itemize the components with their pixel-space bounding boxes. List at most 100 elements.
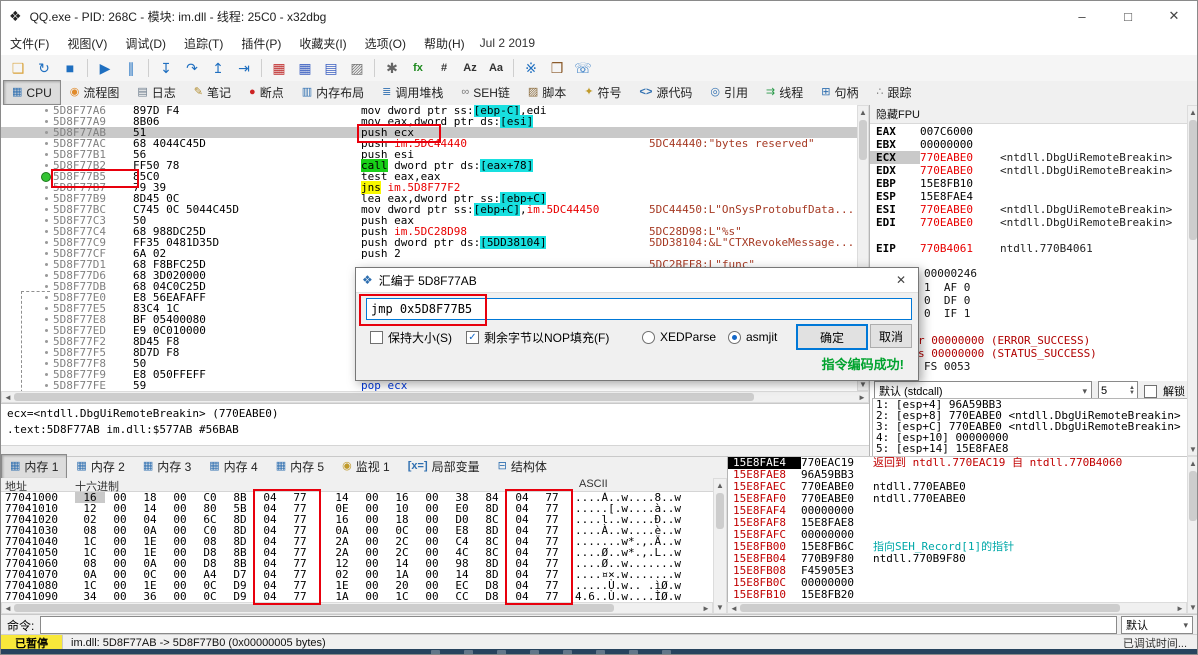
disasm-row[interactable]: 5D8F77CF 6A 02 push 2 <box>1 248 857 259</box>
stack-row[interactable]: 15E8FB08 F45905E3 <box>728 565 1188 577</box>
disasm-row[interactable]: 5D8F77A9 8B06 mov eax,dword ptr ds:[esi] <box>1 115 857 128</box>
bottom-tab-局部变量[interactable]: [x=] 局部变量 <box>399 454 489 479</box>
asmjit-option[interactable]: asmjit <box>728 326 777 348</box>
hide-fpu-toggle[interactable]: 隐藏FPU <box>870 105 1197 124</box>
menu-item-帮助(H)[interactable]: 帮助(H) <box>415 32 474 55</box>
dump-row[interactable]: 77041090 34 00 36 00 0C D9 04 77 1A 00 1C 00 CC D8 04 77… <box>1 591 713 602</box>
menu-item-文件(F)[interactable]: 文件(F) <box>1 32 58 55</box>
tab-内存布局[interactable]: ▥ 内存布局 <box>293 80 373 105</box>
scroll-left-icon[interactable]: ◄ <box>728 603 740 613</box>
xedparse-option[interactable]: XEDParse <box>642 326 716 348</box>
register-row[interactable]: ECX 770EABE0 <ntdll.DbgUiRemoteBreakin> <box>870 151 1188 164</box>
memory-dump-pane[interactable]: 地址 十六进制 ASCII 77041000 16 00 18 00 C0 8B 04 77 14… <box>1 478 713 602</box>
scroll-thumb[interactable] <box>859 120 867 160</box>
dump-byte[interactable]: 77 <box>537 591 567 602</box>
disasm-row[interactable]: 5D8F77AC 68 4044C45D push im.5DC44440 5DC44… <box>1 138 857 149</box>
unlock-checkbox[interactable] <box>1144 384 1157 398</box>
call-arguments-list[interactable]: 1: [esp+4] 96A59BB3 2: [esp+8] 770EABE0 <… <box>872 398 1188 456</box>
register-row[interactable]: EBX 00000000 <box>870 138 1188 151</box>
tab-调用堆栈[interactable]: ≣ 调用堆栈 <box>373 80 452 105</box>
stack-row[interactable]: 15E8FAE4 770EAC19 返回到 ntdll.770EAC19 自 ntd… <box>728 457 1188 469</box>
stack-row[interactable]: 15E8FAFC 00000000 <box>728 529 1188 541</box>
scroll-right-icon[interactable]: ► <box>1174 603 1186 613</box>
call-stack-icon[interactable]: ▤ <box>318 56 344 80</box>
dump-byte[interactable]: 00 <box>417 591 447 602</box>
bottom-tab-内存 2[interactable]: ▦ 内存 2 <box>67 454 133 479</box>
register-row[interactable]: EAX 007C6000 <box>870 125 1188 138</box>
scroll-up-icon[interactable]: ▲ <box>1188 457 1197 469</box>
ok-button[interactable]: 确定 <box>796 324 868 350</box>
dump-byte[interactable]: 34 <box>75 591 105 602</box>
tab-CPU[interactable]: ▦ CPU <box>3 80 61 105</box>
open-file-icon[interactable]: ❑ <box>5 56 31 80</box>
stack-row[interactable]: 15E8FAE8 96A59BB3 <box>728 469 1188 481</box>
call-argument-row[interactable]: 5: [esp+14] 15E8FAE8 <box>873 443 1187 454</box>
register-row[interactable]: ESP 15E8FAE4 <box>870 190 1188 203</box>
bottom-tab-内存 5[interactable]: ▦ 内存 5 <box>267 454 333 479</box>
dump-byte[interactable]: CC <box>447 591 477 602</box>
nop-fill-option[interactable]: ✓ 剩余字节以NOP填充(F) <box>466 326 609 348</box>
asmjit-radio[interactable] <box>728 330 741 344</box>
tab-脚本[interactable]: ▨ 脚本 <box>519 80 575 105</box>
minimize-button[interactable]: – <box>1059 1 1105 31</box>
scroll-thumb[interactable] <box>1189 120 1197 240</box>
keep-size-checkbox[interactable] <box>370 330 383 344</box>
phone-icon[interactable]: ☏ <box>570 56 596 80</box>
dump-byte[interactable]: D8 <box>477 591 507 602</box>
spinner-arrows-icon[interactable]: ▲ ▼ <box>1129 385 1135 396</box>
dump-byte[interactable]: 00 <box>105 591 135 602</box>
tab-日志[interactable]: ▤ 日志 <box>128 80 184 105</box>
run-icon[interactable]: ▶ <box>92 56 118 80</box>
scroll-right-icon[interactable]: ► <box>700 603 712 613</box>
disasm-row[interactable]: 5D8F77FE 59 pop ecx <box>1 380 857 391</box>
menu-item-收藏夹(I)[interactable]: 收藏夹(I) <box>290 32 355 55</box>
script-icon[interactable]: ▨ <box>344 56 370 80</box>
dump-byte[interactable]: D9 <box>225 591 255 602</box>
nop-fill-checkbox[interactable]: ✓ <box>466 330 479 344</box>
register-row[interactable]: EDX 770EABE0 <ntdll.DbgUiRemoteBreakin> <box>870 164 1188 177</box>
stack-row[interactable]: 15E8FAF8 15E8FAE8 <box>728 517 1188 529</box>
xedparse-radio[interactable] <box>642 330 655 344</box>
cancel-button[interactable]: 取消 <box>870 324 912 348</box>
scroll-left-icon[interactable]: ◄ <box>2 603 14 613</box>
stack-pane[interactable]: 15E8FAE4 770EAC19 返回到 ntdll.770EAC19 自 ntd… <box>727 456 1188 603</box>
help-book-icon[interactable]: ❒ <box>544 56 570 80</box>
register-row[interactable]: EIP 770B4061 ntdll.770B4061 <box>870 242 1188 255</box>
scroll-down-icon[interactable]: ▼ <box>1188 601 1197 613</box>
maximize-button[interactable]: □ <box>1105 1 1151 31</box>
menu-item-插件(P)[interactable]: 插件(P) <box>232 32 290 55</box>
assemble-instruction-input[interactable] <box>366 298 912 320</box>
command-profile-select[interactable]: 默认 ▾ <box>1121 616 1193 634</box>
stack-row[interactable]: 15E8FB10 15E8FB20 <box>728 589 1188 601</box>
settings-gear-icon[interactable]: ✱ <box>379 56 405 80</box>
tab-流程图[interactable]: ◉ 流程图 <box>61 80 129 105</box>
stack-row[interactable]: 15E8FAF0 770EABE0 ntdll.770EABE0 <box>728 493 1188 505</box>
dump-byte[interactable]: 04 <box>255 591 285 602</box>
dump-byte[interactable]: 1C <box>387 591 417 602</box>
bottom-tab-内存 1[interactable]: ▦ 内存 1 <box>1 454 68 479</box>
bottom-tab-监视 1[interactable]: ◉ 监视 1 <box>333 454 399 479</box>
tab-句柄[interactable]: ⊞ 句柄 <box>812 80 867 105</box>
close-button[interactable]: ✕ <box>1151 1 1197 31</box>
menu-item-调试(D)[interactable]: 调试(D) <box>116 32 175 55</box>
gears-icon[interactable]: ※ <box>518 56 544 80</box>
scroll-left-icon[interactable]: ◄ <box>2 392 14 402</box>
scroll-up-icon[interactable]: ▲ <box>1188 106 1197 118</box>
stack-vertical-scrollbar[interactable]: ▲ ▼ <box>1187 456 1197 614</box>
scroll-thumb[interactable] <box>740 604 1120 612</box>
register-row[interactable]: EDI 770EABE0 <ntdll.DbgUiRemoteBreakin> <box>870 216 1188 229</box>
stack-row[interactable]: 15E8FAEC 770EABE0 ntdll.770EABE0 <box>728 481 1188 493</box>
disasm-row[interactable]: 5D8F77BC C745 0C 5044C45D mov dword ptr ss… <box>1 203 857 216</box>
stack-row[interactable]: 15E8FAF4 00000000 <box>728 505 1188 517</box>
scroll-thumb[interactable] <box>14 393 754 401</box>
step-out-icon[interactable]: ↥ <box>205 56 231 80</box>
stack-row[interactable]: 15E8FB04 770B9F80 ntdll.770B9F80 <box>728 553 1188 565</box>
scroll-thumb[interactable] <box>1189 471 1197 521</box>
menu-item-视图(V)[interactable]: 视图(V) <box>58 32 116 55</box>
dump-byte[interactable]: 0C <box>195 591 225 602</box>
stack-horizontal-scrollbar[interactable]: ◄ ► <box>727 602 1187 614</box>
dump-byte[interactable]: 1A <box>327 591 357 602</box>
fx-icon[interactable]: fx <box>405 56 431 80</box>
tab-源代码[interactable]: <> 源代码 <box>631 80 702 105</box>
scroll-thumb[interactable] <box>716 493 724 529</box>
